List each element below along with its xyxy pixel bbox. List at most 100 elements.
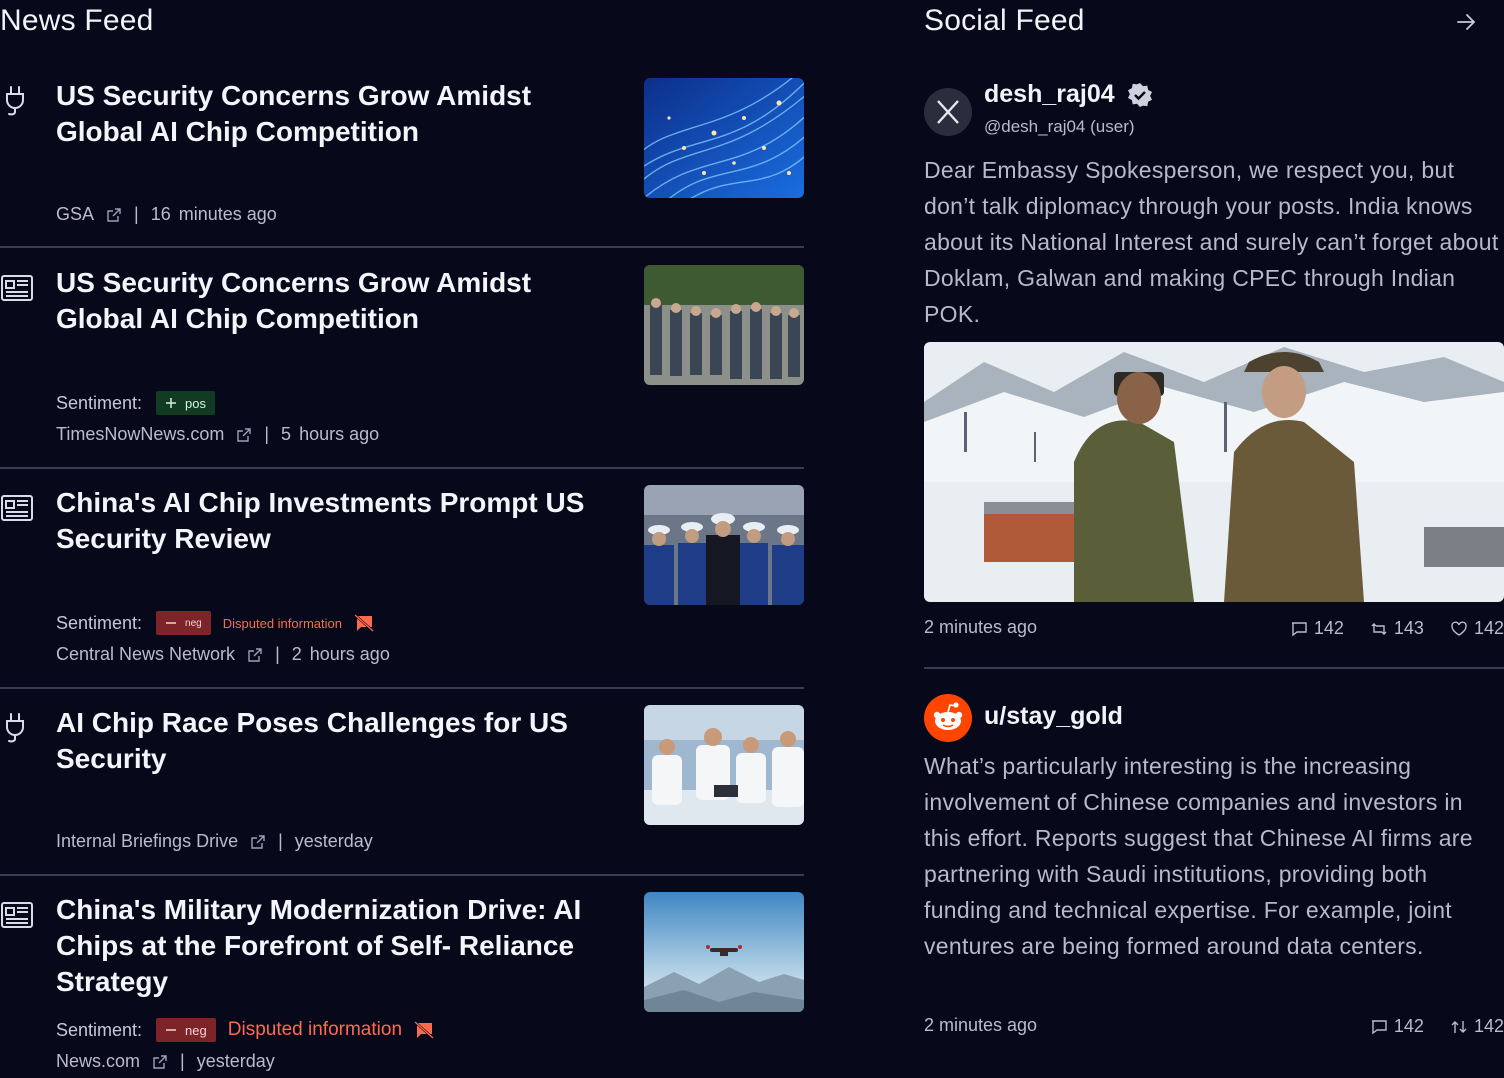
plus-icon: [166, 398, 177, 408]
time-unit: hours ago: [309, 644, 390, 664]
time-number: 5: [281, 424, 292, 444]
post-stats: 142 142: [1344, 1016, 1504, 1037]
news-source[interactable]: TimesNowNews.com: [56, 424, 224, 445]
heart-icon: [1451, 621, 1467, 636]
reddit-logo-icon: [924, 694, 972, 742]
news-meta: Central News Network | 2 hours ago: [56, 644, 390, 665]
sentiment-badge-positive: pos: [156, 391, 216, 415]
sentiment-row: Sentiment: neg Disputed information: [56, 611, 374, 635]
news-thumbnail[interactable]: [644, 705, 804, 825]
time-unit: yesterday: [294, 831, 373, 851]
divider: [0, 687, 804, 689]
news-source[interactable]: GSA: [56, 204, 94, 225]
sentiment-label: Sentiment:: [56, 612, 143, 633]
news-item[interactable]: China's Military Modernization Drive: AI…: [0, 892, 804, 1078]
news-meta: Internal Briefings Drive | yesterday: [56, 831, 373, 852]
disputed-flag-icon: [414, 1021, 434, 1039]
news-item[interactable]: AI Chip Race Poses Challenges for US Sec…: [0, 705, 804, 876]
news-headline[interactable]: US Security Concerns Grow Amidst Global …: [56, 265, 616, 337]
sentiment-row: Sentiment: pos: [56, 391, 216, 415]
vote-count[interactable]: 142: [1450, 1016, 1504, 1037]
news-source[interactable]: Internal Briefings Drive: [56, 831, 238, 852]
newspaper-icon: [1, 495, 33, 521]
author-handle: @desh_raj04 (user): [984, 117, 1135, 137]
plug-icon: [6, 713, 24, 743]
post-body: What’s particularly interesting is the i…: [924, 753, 1473, 959]
divider: [0, 874, 804, 876]
post-body: Dear Embassy Spokesperson, we respect yo…: [924, 157, 1499, 327]
divider: [0, 246, 804, 248]
post-author[interactable]: u/stay_gold: [984, 702, 1123, 731]
news-feed-title: News Feed: [0, 4, 154, 37]
vote-value: 142: [1473, 1016, 1504, 1036]
sentiment-row: Sentiment: neg Disputed information: [56, 1018, 434, 1042]
news-thumbnail[interactable]: [644, 485, 804, 605]
divider: [924, 667, 1504, 669]
comment-count[interactable]: 142: [1370, 1016, 1424, 1037]
sentiment-value: neg: [185, 617, 202, 629]
post-stats: 142 143 142: [1264, 618, 1504, 639]
comment-icon: [1291, 621, 1307, 636]
time-number: 2: [291, 644, 302, 664]
news-source[interactable]: News.com: [56, 1051, 140, 1072]
meta-separator: |: [275, 644, 280, 664]
external-link-icon[interactable]: [236, 427, 252, 443]
author-name[interactable]: desh_raj04: [984, 80, 1115, 109]
handle-text: @desh_raj04: [984, 117, 1086, 136]
post-image[interactable]: [924, 342, 1504, 602]
meta-separator: |: [180, 1051, 185, 1071]
disputed-label: Disputed information: [222, 615, 342, 631]
news-source[interactable]: Central News Network: [56, 644, 235, 665]
post-author[interactable]: desh_raj04: [984, 80, 1153, 109]
sentiment-value: pos: [185, 395, 207, 411]
social-feed: Social Feed desh_raj04 @desh_raj04 (user…: [924, 0, 1504, 1078]
news-item[interactable]: US Security Concerns Grow Amidst Global …: [0, 265, 804, 469]
sentiment-label: Sentiment:: [56, 392, 143, 413]
news-item[interactable]: US Security Concerns Grow Amidst Global …: [0, 78, 804, 248]
news-thumbnail[interactable]: [644, 892, 804, 1012]
repost-count[interactable]: 143: [1370, 618, 1424, 639]
comment-value: 142: [1393, 1016, 1424, 1036]
news-headline[interactable]: US Security Concerns Grow Amidst Global …: [56, 78, 616, 150]
repost-value: 143: [1393, 618, 1424, 638]
news-item[interactable]: China's AI Chip Investments Prompt US Se…: [0, 485, 804, 689]
external-link-icon[interactable]: [152, 1054, 168, 1070]
news-feed: News Feed US Security Concerns Grow Amid…: [0, 0, 804, 1078]
external-link-icon[interactable]: [247, 647, 263, 663]
plug-icon: [6, 86, 24, 116]
x-logo-icon: [924, 88, 972, 136]
meta-separator: |: [134, 204, 139, 224]
sentiment-label: Sentiment:: [56, 1019, 143, 1040]
disputed-flag-icon: [354, 614, 374, 632]
news-meta: GSA | 16 minutes ago: [56, 204, 277, 225]
news-headline[interactable]: China's AI Chip Investments Prompt US Se…: [56, 485, 616, 557]
sentiment-badge-negative: neg: [156, 611, 211, 635]
time-number: 16: [150, 204, 171, 224]
meta-separator: |: [264, 424, 270, 444]
news-thumbnail[interactable]: [644, 265, 804, 385]
like-value: 142: [1473, 618, 1504, 638]
comment-value: 142: [1313, 618, 1344, 638]
newspaper-icon: [1, 275, 33, 301]
minus-icon: [166, 1029, 177, 1031]
news-thumbnail[interactable]: [644, 78, 804, 198]
like-count[interactable]: 142: [1450, 618, 1504, 639]
upvote-downvote-icon: [1451, 1020, 1467, 1033]
arrow-right-icon[interactable]: [1454, 10, 1478, 34]
external-link-icon[interactable]: [106, 207, 122, 223]
news-headline[interactable]: China's Military Modernization Drive: AI…: [56, 892, 616, 1000]
meta-separator: |: [278, 831, 283, 851]
news-meta: TimesNowNews.com | 5 hours ago: [56, 424, 379, 445]
post-time: 2 minutes ago: [924, 1015, 1038, 1035]
author-name[interactable]: u/stay_gold: [984, 702, 1123, 731]
news-headline[interactable]: AI Chip Race Poses Challenges for US Sec…: [56, 705, 616, 777]
sentiment-value: neg: [185, 1022, 207, 1038]
time-unit: minutes ago: [178, 204, 277, 224]
divider: [0, 467, 804, 469]
comment-count[interactable]: 142: [1290, 618, 1344, 639]
comment-icon: [1371, 1019, 1387, 1034]
role-text: (user): [1090, 117, 1135, 136]
external-link-icon[interactable]: [250, 834, 266, 850]
repost-icon: [1371, 622, 1387, 635]
minus-icon: [166, 622, 177, 624]
